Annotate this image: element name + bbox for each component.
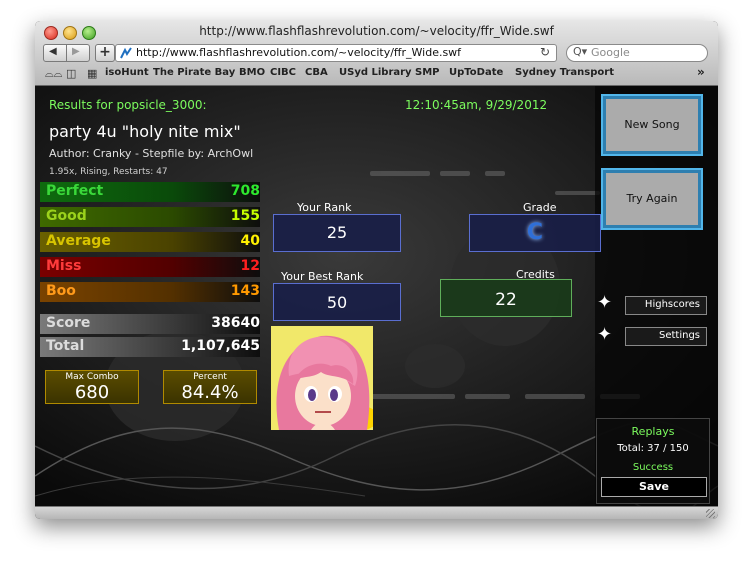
perfect-row: Perfect 708 <box>40 182 260 202</box>
grid-icon[interactable]: ▦ <box>87 67 97 80</box>
book-icon[interactable]: ◫ <box>66 67 76 80</box>
boo-label: Boo <box>46 283 76 299</box>
site-favicon-icon <box>120 47 132 59</box>
your-rank-value: 25 <box>326 223 348 242</box>
total-label: Total <box>46 338 85 354</box>
settings-button[interactable]: Settings <box>625 327 707 346</box>
back-button[interactable]: ◀ <box>49 46 57 57</box>
reload-icon[interactable]: ↻ <box>540 45 550 59</box>
perfect-count: 708 <box>230 183 260 199</box>
boo-row: Boo 143 <box>40 282 260 302</box>
replays-status: Success <box>632 462 674 473</box>
resize-grip-icon[interactable] <box>706 509 715 518</box>
best-rank-tile: 50 <box>273 283 401 321</box>
total-value: 1,107,645 <box>181 338 260 354</box>
search-field[interactable]: Q▾ Google <box>566 44 708 62</box>
miss-row: Miss 12 <box>40 257 260 277</box>
url-text: http://www.flashflashrevolution.com/~vel… <box>136 46 462 59</box>
bookmark-bmo[interactable]: BMO <box>239 67 265 78</box>
max-combo-box: Max Combo 680 <box>45 370 139 404</box>
new-song-label: New Song <box>624 118 680 131</box>
title-bar: http://www.flashflashrevolution.com/~vel… <box>35 21 718 41</box>
bookmark-cibc[interactable]: CIBC <box>270 67 296 78</box>
perfect-label: Perfect <box>46 183 104 199</box>
highscores-label: Highscores <box>644 299 700 310</box>
best-rank-value: 50 <box>326 293 348 312</box>
timestamp: 12:10:45am, 9/29/2012 <box>405 98 548 112</box>
percent-value: 84.4% <box>181 382 239 403</box>
bookmark-smp[interactable]: SMP <box>415 67 439 78</box>
percent-label: Percent <box>193 372 227 382</box>
good-label: Good <box>46 208 87 224</box>
bookmark-cba[interactable]: CBA <box>305 67 328 78</box>
your-rank-label: Your Rank <box>297 201 352 214</box>
score-value: 38640 <box>211 315 260 331</box>
boo-count: 143 <box>230 283 260 299</box>
save-label: Save <box>639 480 669 493</box>
settings-icon: ✦ <box>597 324 613 345</box>
browser-window: http://www.flashflashrevolution.com/~vel… <box>35 21 718 519</box>
grade-label: Grade <box>523 201 557 214</box>
grade-value: C <box>526 220 544 245</box>
total-row: Total 1,107,645 <box>40 337 260 357</box>
score-row: Score 38640 <box>40 314 260 334</box>
credits-value: 22 <box>495 290 517 310</box>
max-combo-label: Max Combo <box>65 372 119 382</box>
bookmarks-overflow-icon[interactable]: » <box>697 65 705 79</box>
good-count: 155 <box>230 208 260 224</box>
settings-label: Settings <box>658 330 700 341</box>
best-rank-label: Your Best Rank <box>281 270 364 283</box>
credits-tile: 22 <box>440 279 572 317</box>
highscores-icon: ✦ <box>597 292 613 313</box>
bookmark-pirate-bay[interactable]: The Pirate Bay <box>153 67 235 78</box>
good-row: Good 155 <box>40 207 260 227</box>
miss-label: Miss <box>46 258 82 274</box>
author-line: Author: Cranky - Stepfile by: ArchOwl <box>49 147 254 160</box>
try-again-label: Try Again <box>626 192 678 205</box>
highscores-button[interactable]: Highscores <box>625 296 707 315</box>
settings-line: 1.95x, Rising, Restarts: 47 <box>49 167 168 177</box>
miss-count: 12 <box>240 258 260 274</box>
forward-button[interactable]: ▶ <box>72 46 80 57</box>
save-replay-button[interactable]: Save <box>601 477 707 497</box>
glasses-icon[interactable]: ⌓⌓ <box>45 67 62 81</box>
max-combo-value: 680 <box>74 382 110 403</box>
search-placeholder: Google <box>591 46 630 59</box>
results-for-label: Results for popsicle_3000: <box>49 98 207 112</box>
bookmark-uptodate[interactable]: UpToDate <box>449 67 503 78</box>
replays-total: Total: 37 / 150 <box>617 443 689 454</box>
address-bar[interactable]: http://www.flashflashrevolution.com/~vel… <box>115 44 557 62</box>
replays-title: Replays <box>631 425 675 438</box>
average-label: Average <box>46 233 111 249</box>
grade-tile: C <box>469 214 601 252</box>
window-title: http://www.flashflashrevolution.com/~vel… <box>199 24 554 38</box>
search-icon: Q▾ <box>573 45 588 58</box>
percent-box: Percent 84.4% <box>163 370 257 404</box>
new-song-button[interactable]: New Song <box>601 94 703 156</box>
replays-panel: Replays Total: 37 / 150 Success Save <box>596 418 710 504</box>
status-bar <box>35 506 718 519</box>
average-count: 40 <box>240 233 260 249</box>
score-label: Score <box>46 315 91 331</box>
your-rank-tile: 25 <box>273 214 401 252</box>
bookmark-usyd-library[interactable]: USyd Library <box>339 67 412 78</box>
add-bookmark-button[interactable]: + <box>95 44 115 62</box>
nav-buttons: ◀ ▶ <box>43 44 90 62</box>
bookmark-isohunt[interactable]: isoHunt <box>105 67 149 78</box>
song-title: party 4u "holy nite mix" <box>49 122 241 141</box>
browser-chrome: http://www.flashflashrevolution.com/~vel… <box>35 21 718 86</box>
bookmarks-bar: ⌓⌓ ◫ ▦ isoHunt The Pirate Bay BMO CIBC C… <box>35 65 718 83</box>
average-row: Average 40 <box>40 232 260 252</box>
game-results-screen: Results for popsicle_3000: 12:10:45am, 9… <box>35 86 718 506</box>
character-portrait <box>271 326 373 430</box>
bookmark-sydney-transport[interactable]: Sydney Transport <box>515 67 614 78</box>
try-again-button[interactable]: Try Again <box>601 168 703 230</box>
